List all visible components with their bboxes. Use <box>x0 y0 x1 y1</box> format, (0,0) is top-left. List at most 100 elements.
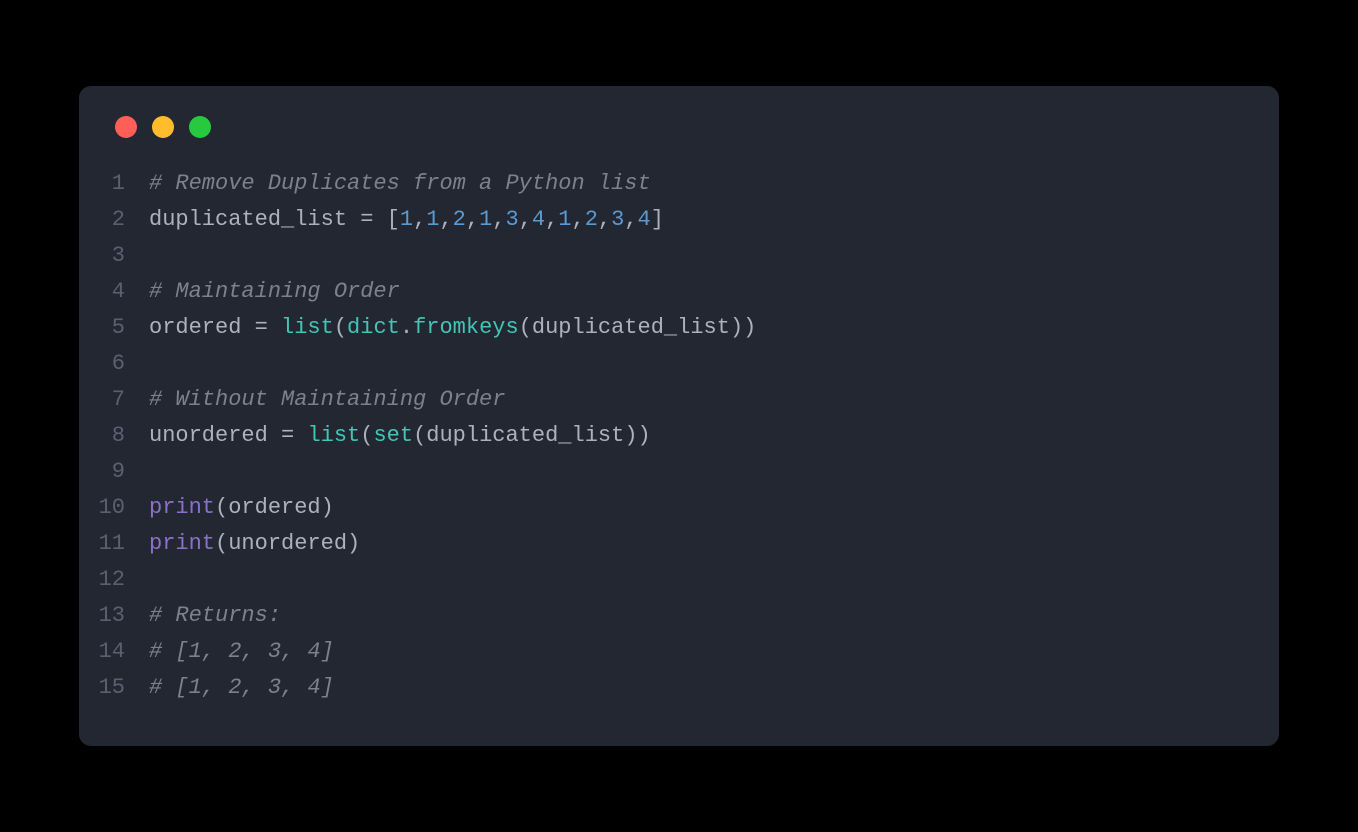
code-token: duplicated_list <box>532 315 730 340</box>
line-content[interactable]: # Without Maintaining Order <box>149 382 1279 418</box>
code-line[interactable]: 14# [1, 2, 3, 4] <box>79 634 1279 670</box>
code-token: 4 <box>532 207 545 232</box>
line-content[interactable] <box>149 562 1279 598</box>
code-token: set <box>373 423 413 448</box>
code-token: , <box>466 207 479 232</box>
window-titlebar <box>79 116 1279 166</box>
line-number: 2 <box>79 202 149 238</box>
code-token: # Without Maintaining Order <box>149 387 505 412</box>
line-content[interactable]: # Remove Duplicates from a Python list <box>149 166 1279 202</box>
code-line[interactable]: 15# [1, 2, 3, 4] <box>79 670 1279 706</box>
code-token: # [1, 2, 3, 4] <box>149 639 334 664</box>
code-token: 4 <box>638 207 651 232</box>
line-number: 14 <box>79 634 149 670</box>
code-token: , <box>624 207 637 232</box>
line-content[interactable]: print(ordered) <box>149 490 1279 526</box>
code-token: ( <box>215 531 228 556</box>
code-token: )) <box>624 423 650 448</box>
line-number: 4 <box>79 274 149 310</box>
code-token <box>268 315 281 340</box>
code-token: print <box>149 495 215 520</box>
minimize-icon[interactable] <box>152 116 174 138</box>
line-content[interactable]: # Returns: <box>149 598 1279 634</box>
code-line[interactable]: 9 <box>79 454 1279 490</box>
code-token <box>373 207 386 232</box>
code-line[interactable]: 13# Returns: <box>79 598 1279 634</box>
code-token: , <box>413 207 426 232</box>
code-token: ) <box>347 531 360 556</box>
code-token: = <box>255 315 268 340</box>
code-token: unordered <box>228 531 347 556</box>
code-line[interactable]: 12 <box>79 562 1279 598</box>
code-line[interactable]: 3 <box>79 238 1279 274</box>
code-token: ] <box>651 207 664 232</box>
line-number: 6 <box>79 346 149 382</box>
code-line[interactable]: 7# Without Maintaining Order <box>79 382 1279 418</box>
line-content[interactable]: ordered = list(dict.fromkeys(duplicated_… <box>149 310 1279 346</box>
line-number: 10 <box>79 490 149 526</box>
code-token: 1 <box>479 207 492 232</box>
line-content[interactable] <box>149 346 1279 382</box>
code-token: ordered <box>228 495 320 520</box>
code-token: , <box>519 207 532 232</box>
code-token: = <box>281 423 294 448</box>
code-token: 2 <box>585 207 598 232</box>
code-token: , <box>572 207 585 232</box>
code-token: , <box>598 207 611 232</box>
line-content[interactable]: # [1, 2, 3, 4] <box>149 670 1279 706</box>
code-token: . <box>400 315 413 340</box>
code-line[interactable]: 8unordered = list(set(duplicated_list)) <box>79 418 1279 454</box>
line-number: 11 <box>79 526 149 562</box>
line-content[interactable]: # Maintaining Order <box>149 274 1279 310</box>
code-token: 2 <box>453 207 466 232</box>
line-content[interactable]: # [1, 2, 3, 4] <box>149 634 1279 670</box>
code-line[interactable]: 11print(unordered) <box>79 526 1279 562</box>
line-number: 5 <box>79 310 149 346</box>
code-token: , <box>545 207 558 232</box>
code-token: ( <box>519 315 532 340</box>
code-token: unordered <box>149 423 268 448</box>
code-line[interactable]: 6 <box>79 346 1279 382</box>
code-token: 3 <box>505 207 518 232</box>
code-token: 1 <box>558 207 571 232</box>
code-token: ( <box>413 423 426 448</box>
line-number: 12 <box>79 562 149 598</box>
code-token: )) <box>730 315 756 340</box>
code-token: = <box>360 207 373 232</box>
code-token: ) <box>321 495 334 520</box>
code-token <box>241 315 254 340</box>
code-token <box>347 207 360 232</box>
code-line[interactable]: 4# Maintaining Order <box>79 274 1279 310</box>
code-token: # Remove Duplicates from a Python list <box>149 171 651 196</box>
code-token: duplicated_list <box>149 207 347 232</box>
code-token: 3 <box>611 207 624 232</box>
code-token: fromkeys <box>413 315 519 340</box>
code-window: 1# Remove Duplicates from a Python list2… <box>79 86 1279 746</box>
code-token: 1 <box>426 207 439 232</box>
code-token: # Maintaining Order <box>149 279 400 304</box>
code-token: print <box>149 531 215 556</box>
code-token: ( <box>360 423 373 448</box>
line-content[interactable] <box>149 454 1279 490</box>
code-token: ( <box>215 495 228 520</box>
code-token: ( <box>334 315 347 340</box>
close-icon[interactable] <box>115 116 137 138</box>
code-line[interactable]: 10print(ordered) <box>79 490 1279 526</box>
code-line[interactable]: 5ordered = list(dict.fromkeys(duplicated… <box>79 310 1279 346</box>
code-token: # [1, 2, 3, 4] <box>149 675 334 700</box>
code-token <box>294 423 307 448</box>
line-content[interactable]: duplicated_list = [1,1,2,1,3,4,1,2,3,4] <box>149 202 1279 238</box>
code-line[interactable]: 1# Remove Duplicates from a Python list <box>79 166 1279 202</box>
line-number: 8 <box>79 418 149 454</box>
line-number: 7 <box>79 382 149 418</box>
code-token: list <box>281 315 334 340</box>
code-editor[interactable]: 1# Remove Duplicates from a Python list2… <box>79 166 1279 706</box>
line-number: 9 <box>79 454 149 490</box>
code-token: [ <box>387 207 400 232</box>
line-content[interactable]: print(unordered) <box>149 526 1279 562</box>
line-content[interactable] <box>149 238 1279 274</box>
maximize-icon[interactable] <box>189 116 211 138</box>
line-content[interactable]: unordered = list(set(duplicated_list)) <box>149 418 1279 454</box>
code-line[interactable]: 2duplicated_list = [1,1,2,1,3,4,1,2,3,4] <box>79 202 1279 238</box>
line-number: 1 <box>79 166 149 202</box>
